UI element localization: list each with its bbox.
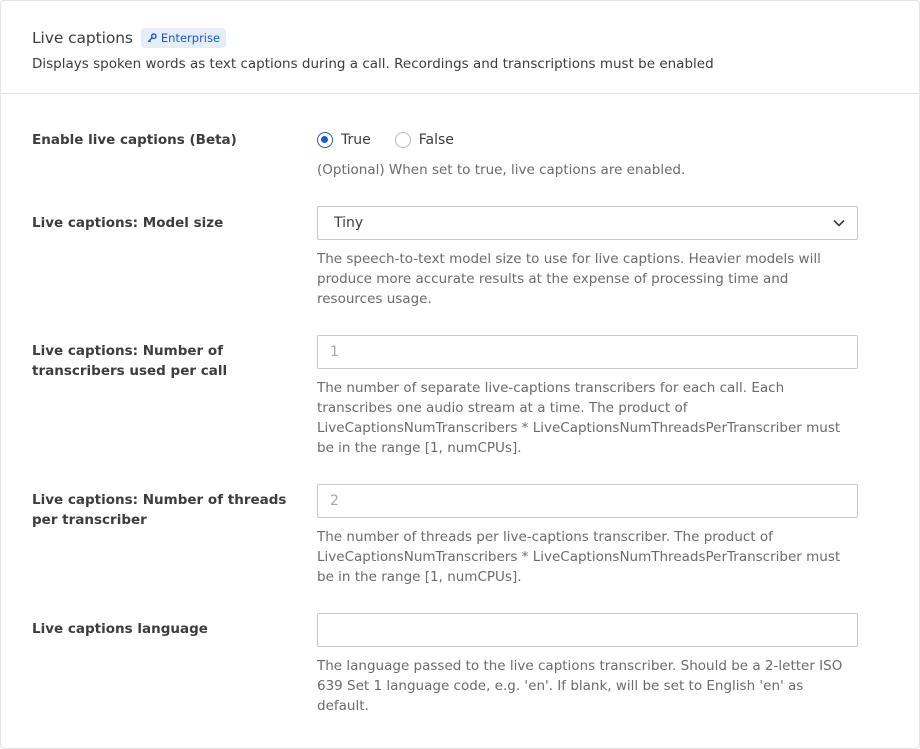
- live-captions-panel: Live captions Enterprise Displays spoken…: [0, 0, 920, 749]
- enterprise-badge: Enterprise: [140, 28, 227, 48]
- enable-help-text: (Optional) When set to true, live captio…: [317, 162, 686, 178]
- model-size-label: Live captions: Model size: [32, 215, 224, 231]
- chevron-down-icon: [833, 219, 845, 227]
- language-control: The language passed to the live captions…: [317, 613, 858, 716]
- language-input[interactable]: [317, 613, 858, 647]
- badge-label: Enterprise: [160, 31, 221, 45]
- model-size-value: Tiny: [334, 215, 364, 231]
- model-size-select[interactable]: Tiny: [317, 206, 858, 240]
- radio-false[interactable]: [394, 132, 411, 148]
- threads-help-text: The number of threads per live-captions …: [317, 529, 841, 585]
- language-help-text: The language passed to the live captions…: [317, 658, 843, 714]
- language-label: Live captions language: [32, 621, 208, 637]
- panel-header: Live captions Enterprise Displays spoken…: [1, 1, 919, 94]
- transcribers-help-text: The number of separate live-captions tra…: [317, 380, 841, 456]
- panel-subtitle: Displays spoken words as text captions d…: [32, 56, 714, 72]
- radio-option-false[interactable]: False: [394, 132, 454, 148]
- model-size-control: Tiny The speech-to-text model size to us…: [317, 206, 858, 309]
- transcribers-control: The number of separate live-captions tra…: [317, 335, 858, 458]
- threads-control: The number of threads per live-captions …: [317, 484, 858, 587]
- radio-false-label: False: [418, 132, 454, 148]
- key-icon: [147, 33, 157, 43]
- transcribers-input[interactable]: [317, 335, 858, 369]
- enable-live-captions-label: Enable live captions (Beta): [32, 132, 237, 148]
- radio-option-true[interactable]: True: [317, 132, 371, 148]
- enable-live-captions-control: True False (Optional) When set to true, …: [317, 129, 858, 180]
- radio-true-label: True: [341, 132, 371, 148]
- transcribers-label: Live captions: Number of transcribers us…: [32, 343, 228, 379]
- threads-input[interactable]: [317, 484, 858, 518]
- radio-true[interactable]: [317, 132, 333, 148]
- model-size-help-text: The speech-to-text model size to use for…: [317, 251, 821, 307]
- title-row: Live captions Enterprise: [32, 27, 888, 49]
- threads-label: Live captions: Number of threads per tra…: [32, 492, 287, 528]
- enable-radio-group: True False: [317, 129, 858, 151]
- panel-title: Live captions: [32, 29, 133, 47]
